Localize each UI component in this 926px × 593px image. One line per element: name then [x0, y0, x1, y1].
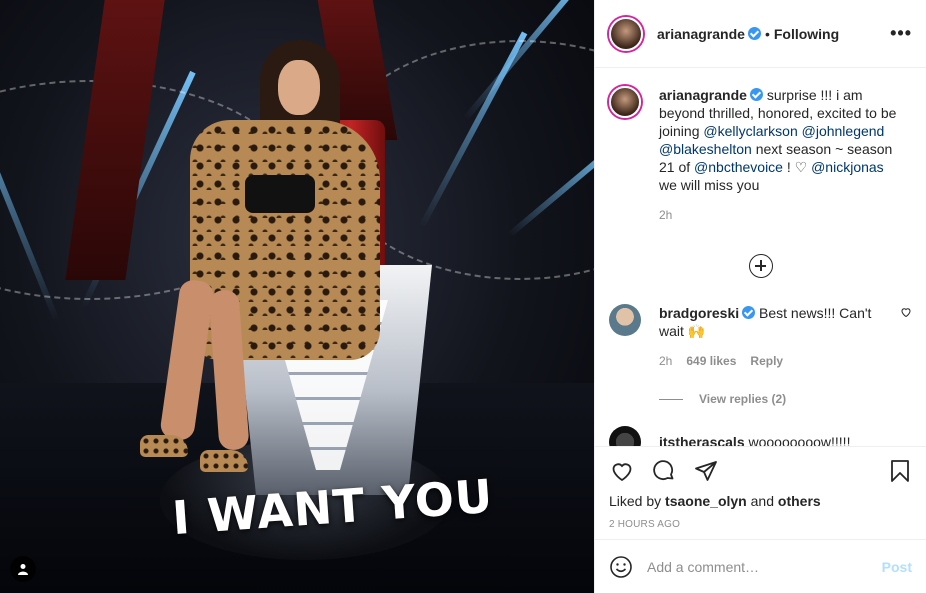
caption-text-segment: ♡ — [794, 159, 808, 175]
commenter-avatar[interactable] — [609, 304, 641, 336]
commenter-avatar[interactable] — [609, 426, 641, 446]
following-button[interactable]: Following — [774, 26, 839, 42]
liked-others[interactable]: others — [778, 493, 821, 509]
caption-mention-link[interactable]: @nickjonas — [811, 159, 884, 175]
user-tag-icon[interactable] — [10, 556, 36, 582]
commenter-username[interactable]: bradgoreski — [659, 305, 739, 321]
caption-text-segment: we will miss you — [659, 177, 760, 193]
caption-mention-link[interactable]: @johnlegend — [802, 123, 885, 139]
like-comment-icon[interactable] — [900, 306, 912, 318]
author-avatar[interactable] — [609, 16, 643, 51]
instagram-post: I WANT YOU arianagrande • Following ••• … — [0, 0, 926, 593]
liked-user[interactable]: tsaone_olyn — [665, 493, 747, 509]
author-username[interactable]: arianagrande — [657, 26, 745, 42]
load-more-comments-icon[interactable] — [749, 254, 773, 278]
author-avatar[interactable] — [609, 86, 641, 118]
liked-and: and — [750, 493, 774, 509]
save-bookmark-icon[interactable] — [888, 459, 912, 483]
comment-icon[interactable] — [651, 459, 677, 483]
emoji-icon[interactable] — [609, 555, 633, 579]
comment-time[interactable]: 2h — [659, 352, 672, 370]
view-replies-button[interactable]: View replies (2) — [659, 392, 912, 406]
caption: arianagrande surprise !!! i am beyond th… — [609, 86, 912, 224]
verified-badge-icon — [747, 27, 761, 40]
caption-meta: 2h — [659, 206, 899, 224]
action-icons — [609, 457, 912, 485]
belt — [245, 175, 315, 213]
comment-item: itstherascals woooooooow!!!!! — [609, 426, 912, 446]
header-separator: • — [764, 25, 770, 42]
share-icon[interactable] — [693, 459, 719, 483]
view-replies-label: View replies (2) — [699, 392, 787, 406]
caption-text-segment: ! — [782, 159, 795, 175]
comments-section[interactable]: arianagrande surprise !!! i am beyond th… — [595, 68, 926, 446]
replies-line — [659, 398, 683, 400]
comment-item: bradgoreski Best news!!! Can't wait 🙌 2h… — [609, 304, 912, 370]
verified-badge-icon — [749, 88, 763, 101]
caption-mention-link[interactable]: @kellyclarkson — [703, 123, 797, 139]
leg — [159, 278, 215, 442]
post-side-panel: arianagrande • Following ••• arianagrand… — [594, 0, 926, 593]
shoe — [200, 450, 248, 472]
like-icon[interactable] — [609, 459, 635, 483]
seated-person — [140, 40, 390, 480]
caption-username[interactable]: arianagrande — [659, 87, 747, 103]
commenter-username[interactable]: itstherascals — [659, 434, 745, 446]
post-time-ago[interactable]: 2 HOURS AGO — [609, 519, 912, 530]
post-photo[interactable]: I WANT YOU — [0, 0, 594, 593]
caption-time[interactable]: 2h — [659, 206, 672, 224]
shoe — [140, 435, 188, 457]
caption-mention-link[interactable]: @nbcthevoice — [694, 159, 783, 175]
post-actions: Liked by tsaone_olyn and others 2 HOURS … — [595, 446, 926, 539]
comment-text: woooooooow!!!!! — [748, 434, 851, 446]
add-comment-bar: Post — [595, 539, 926, 593]
post-comment-button[interactable]: Post — [882, 559, 912, 575]
more-options-icon[interactable]: ••• — [890, 23, 912, 44]
face — [278, 60, 320, 115]
liked-by: Liked by tsaone_olyn and others — [609, 493, 912, 509]
verified-badge-icon — [742, 306, 756, 319]
liked-prefix: Liked by — [609, 493, 662, 509]
comment-input[interactable] — [647, 558, 882, 575]
reply-button[interactable]: Reply — [750, 352, 783, 370]
comment-likes[interactable]: 649 likes — [686, 352, 736, 370]
comment-meta: 2h 649 likes Reply — [659, 352, 879, 370]
post-header: arianagrande • Following ••• — [595, 0, 926, 68]
person-icon — [18, 564, 28, 575]
caption-mention-link[interactable]: @blakeshelton — [659, 141, 752, 157]
